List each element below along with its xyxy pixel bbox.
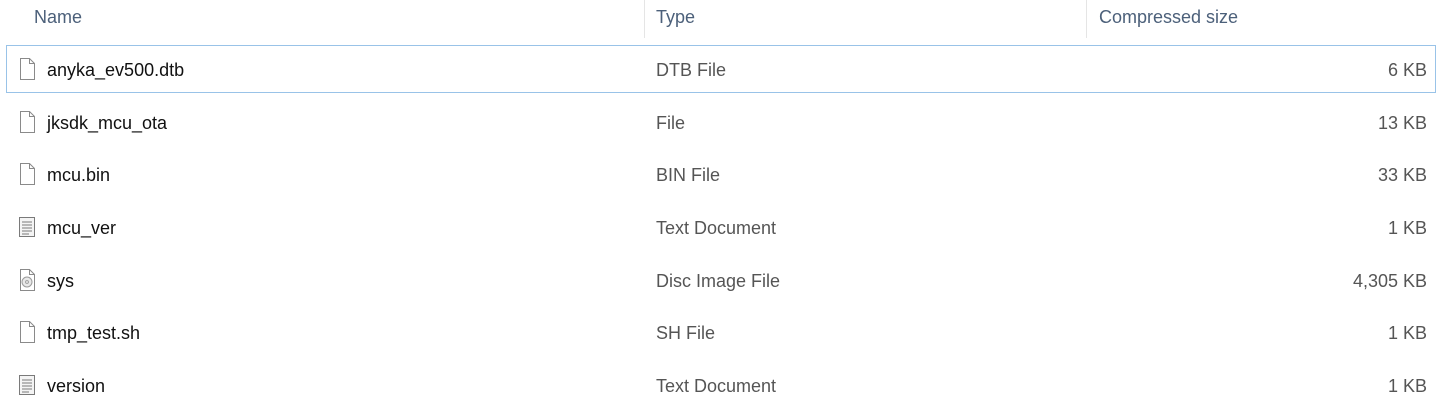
- file-type: Disc Image File: [656, 271, 781, 291]
- file-name: mcu_ver: [47, 218, 117, 238]
- file-row[interactable]: jksdk_mcu_ota File 13 KB: [6, 98, 1436, 146]
- file-type: DTB File: [656, 60, 727, 80]
- file-size: 13 KB: [1377, 113, 1427, 133]
- file-row[interactable]: mcu.bin BIN File 33 KB: [6, 150, 1436, 198]
- file-size: 33 KB: [1377, 165, 1427, 185]
- file-size: 1 KB: [1387, 376, 1427, 396]
- file-size: 1 KB: [1387, 218, 1427, 238]
- blank-file-icon: [17, 110, 37, 134]
- file-type: BIN File: [656, 165, 721, 185]
- text-document-icon: [17, 215, 37, 239]
- file-name: version: [47, 376, 106, 396]
- column-header-name[interactable]: Name: [34, 6, 82, 28]
- file-size: 4,305 KB: [1352, 271, 1427, 291]
- column-header-type[interactable]: Type: [656, 6, 695, 28]
- file-name: jksdk_mcu_ota: [47, 113, 168, 133]
- file-type: File: [656, 113, 686, 133]
- file-row[interactable]: tmp_test.sh SH File 1 KB: [6, 308, 1436, 356]
- file-row[interactable]: version Text Document 1 KB: [6, 361, 1436, 409]
- file-row[interactable]: sys Disc Image File 4,305 KB: [6, 256, 1436, 304]
- column-header-compressed-size[interactable]: Compressed size: [1099, 6, 1238, 28]
- file-row[interactable]: anyka_ev500.dtb DTB File 6 KB: [6, 45, 1436, 93]
- file-type: SH File: [656, 323, 716, 343]
- file-row[interactable]: mcu_ver Text Document 1 KB: [6, 203, 1436, 251]
- file-name: tmp_test.sh: [47, 323, 141, 343]
- blank-file-icon: [17, 57, 37, 81]
- blank-file-icon: [17, 320, 37, 344]
- file-size: 1 KB: [1387, 323, 1427, 343]
- disc-image-icon: [17, 268, 37, 292]
- file-name: mcu.bin: [47, 165, 111, 185]
- text-document-icon: [17, 373, 37, 397]
- file-name: sys: [47, 271, 74, 291]
- file-name: anyka_ev500.dtb: [47, 60, 185, 80]
- file-type: Text Document: [656, 218, 777, 238]
- column-header-bar: Name Type Compressed size: [0, 0, 1439, 38]
- column-divider[interactable]: [644, 0, 645, 38]
- file-size: 6 KB: [1387, 60, 1427, 80]
- blank-file-icon: [17, 162, 37, 186]
- column-divider[interactable]: [1086, 0, 1087, 38]
- file-type: Text Document: [656, 376, 777, 396]
